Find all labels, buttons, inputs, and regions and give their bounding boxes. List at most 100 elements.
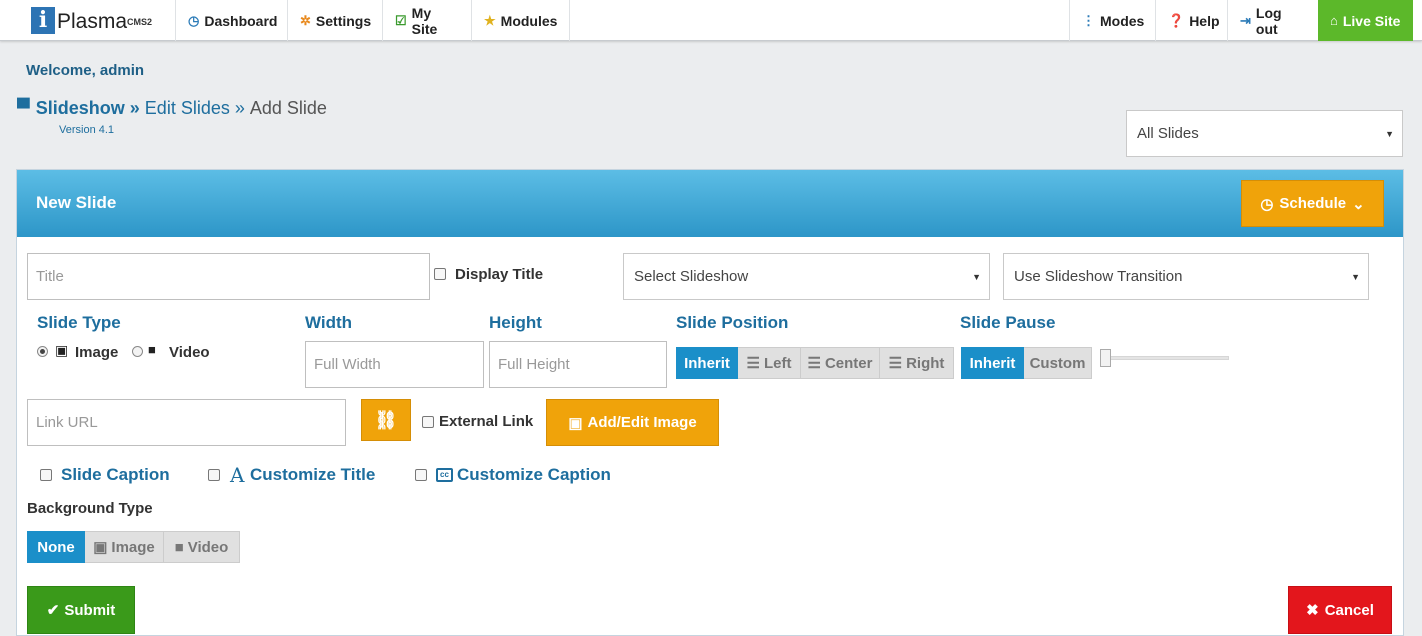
cancel-button[interactable]: ✖ Cancel [1288, 586, 1392, 634]
height-heading: Height [489, 313, 542, 332]
background-type-toggle: None ▣ Image ■ Video [27, 531, 240, 563]
question-circle-icon: ❓ [1168, 12, 1185, 28]
vertical-dots-icon: ⋮ [1082, 12, 1095, 28]
clock-icon: ◷ [1260, 195, 1274, 213]
nav-settings[interactable]: ✲ Settings [287, 0, 382, 41]
slides-filter-select[interactable]: All Slides ▼ [1126, 110, 1403, 157]
dropdown-arrow-icon: ▼ [972, 271, 981, 282]
slide-position-heading: Slide Position [676, 313, 789, 332]
slideshow-select-value: Select Slideshow [634, 268, 749, 285]
closed-caption-icon: cc [436, 468, 453, 482]
slide-caption-label: Slide Caption [61, 465, 170, 484]
slide-type-video-label: Video [169, 344, 210, 361]
height-input[interactable]: Full Height [489, 341, 667, 388]
close-icon: ✖ [1306, 602, 1319, 619]
font-icon: A [230, 463, 245, 487]
cancel-label: Cancel [1324, 601, 1374, 619]
video-camera-icon: ■ [148, 342, 156, 357]
top-navbar: i Plasma CMS2 ◷ Dashboard ✲ Settings ☑ My S… [0, 0, 1422, 41]
image-icon: ▣ [93, 539, 108, 556]
slide-type-image-radio[interactable] [37, 346, 48, 357]
slideshow-icon: ▀ [17, 98, 30, 118]
transition-select[interactable]: Use Slideshow Transition ▼ [1003, 253, 1369, 300]
transition-select-value: Use Slideshow Transition [1014, 268, 1183, 285]
breadcrumb-separator: » [129, 98, 140, 118]
position-right-label: Right [906, 354, 945, 372]
logo-text: Plasma [57, 10, 128, 33]
new-slide-panel: New Slide ◷ Schedule ⌄ Title Display Title… [16, 169, 1404, 636]
breadcrumb-separator: » [234, 98, 245, 118]
pause-slider-track[interactable] [1106, 356, 1229, 360]
position-inherit-button[interactable]: Inherit [676, 347, 738, 379]
nav-modes-label: Modes [1100, 12, 1145, 29]
chevron-down-icon: ⌄ [1352, 195, 1365, 213]
nav-modes[interactable]: ⋮ Modes [1069, 0, 1155, 41]
link-icon: ⛓ [374, 409, 398, 430]
display-title-label: Display Title [455, 266, 544, 283]
slideshow-select[interactable]: Select Slideshow ▼ [623, 253, 990, 300]
logo[interactable]: i Plasma CMS2 [31, 7, 152, 35]
logo-icon: i [31, 7, 55, 34]
nav-modules[interactable]: ★ Modules [471, 0, 570, 41]
nav-logout[interactable]: ⇥ Log out [1227, 0, 1318, 41]
slide-type-heading: Slide Type [37, 313, 121, 332]
link-url-placeholder: Link URL [36, 414, 98, 431]
bg-none-button[interactable]: None [27, 531, 85, 563]
submit-button[interactable]: ✔ Submit [27, 586, 135, 634]
slides-filter-value: All Slides [1137, 125, 1199, 142]
home-icon: ⌂ [1330, 13, 1338, 28]
dropdown-arrow-icon: ▼ [1351, 271, 1360, 282]
nav-dashboard-label: Dashboard [204, 12, 278, 29]
position-center-button[interactable]: ☰ Center [801, 347, 880, 379]
width-input[interactable]: Full Width [305, 341, 484, 388]
nav-modules-label: Modules [500, 12, 558, 29]
schedule-button[interactable]: ◷ Schedule ⌄ [1241, 180, 1384, 227]
slide-position-toggle: Inherit ☰ Left ☰ Center ☰ Right [676, 347, 954, 379]
image-icon: ▣ [568, 414, 583, 432]
external-link-checkbox[interactable] [422, 416, 434, 428]
gear-icon: ✲ [300, 12, 311, 28]
submit-label: Submit [64, 601, 116, 619]
width-heading: Width [305, 313, 353, 332]
bg-video-button[interactable]: ■ Video [164, 531, 240, 563]
nav-dashboard[interactable]: ◷ Dashboard [175, 0, 287, 41]
breadcrumb-module[interactable]: Slideshow [36, 98, 125, 119]
customize-caption-checkbox[interactable] [415, 469, 427, 481]
position-left-label: Left [763, 354, 792, 372]
position-center-label: Center [824, 354, 873, 372]
nav-help[interactable]: ❓ Help [1155, 0, 1227, 41]
height-placeholder: Full Height [498, 356, 570, 373]
image-icon: ▣ [55, 342, 69, 358]
slide-pause-toggle: Inherit Custom [961, 347, 1092, 379]
customize-caption-label: Customize Caption [457, 465, 611, 484]
position-left-button[interactable]: ☰ Left [738, 347, 801, 379]
position-right-button[interactable]: ☰ Right [880, 347, 954, 379]
dropdown-arrow-icon: ▼ [1385, 128, 1394, 139]
nav-mysite-label: My Site [411, 4, 438, 37]
nav-mysite[interactable]: ☑ My Site [382, 0, 471, 41]
panel-header: New Slide ◷ Schedule ⌄ [17, 170, 1403, 237]
slide-caption-checkbox[interactable] [40, 469, 52, 481]
customize-title-checkbox[interactable] [208, 469, 220, 481]
link-url-input[interactable]: Link URL [27, 399, 346, 446]
pause-slider-handle[interactable] [1100, 349, 1111, 367]
panel-title: New Slide [36, 193, 117, 212]
width-placeholder: Full Width [314, 356, 381, 373]
nav-help-label: Help [1189, 12, 1220, 29]
link-button[interactable]: ⛓ [361, 399, 411, 441]
background-type-heading: Background Type [27, 500, 153, 517]
bg-image-label: Image [111, 538, 155, 556]
breadcrumb-edit-slides[interactable]: Edit Slides [145, 98, 230, 119]
breadcrumb-current: Add Slide [249, 98, 327, 118]
pause-custom-button[interactable]: Custom [1024, 347, 1092, 379]
slide-type-video-radio[interactable] [132, 346, 143, 357]
slide-type-image-label: Image [75, 344, 119, 361]
add-edit-image-button[interactable]: ▣ Add/Edit Image [546, 399, 719, 446]
nav-live-site[interactable]: ⌂ Live Site [1318, 0, 1413, 41]
breadcrumb: ▀ Slideshow » Edit Slides » Add Slide [17, 98, 327, 119]
title-input[interactable]: Title [27, 253, 430, 300]
version-label: Version 4.1 [59, 124, 115, 136]
pause-inherit-button[interactable]: Inherit [961, 347, 1024, 379]
display-title-checkbox[interactable] [434, 268, 446, 280]
bg-image-button[interactable]: ▣ Image [85, 531, 164, 563]
